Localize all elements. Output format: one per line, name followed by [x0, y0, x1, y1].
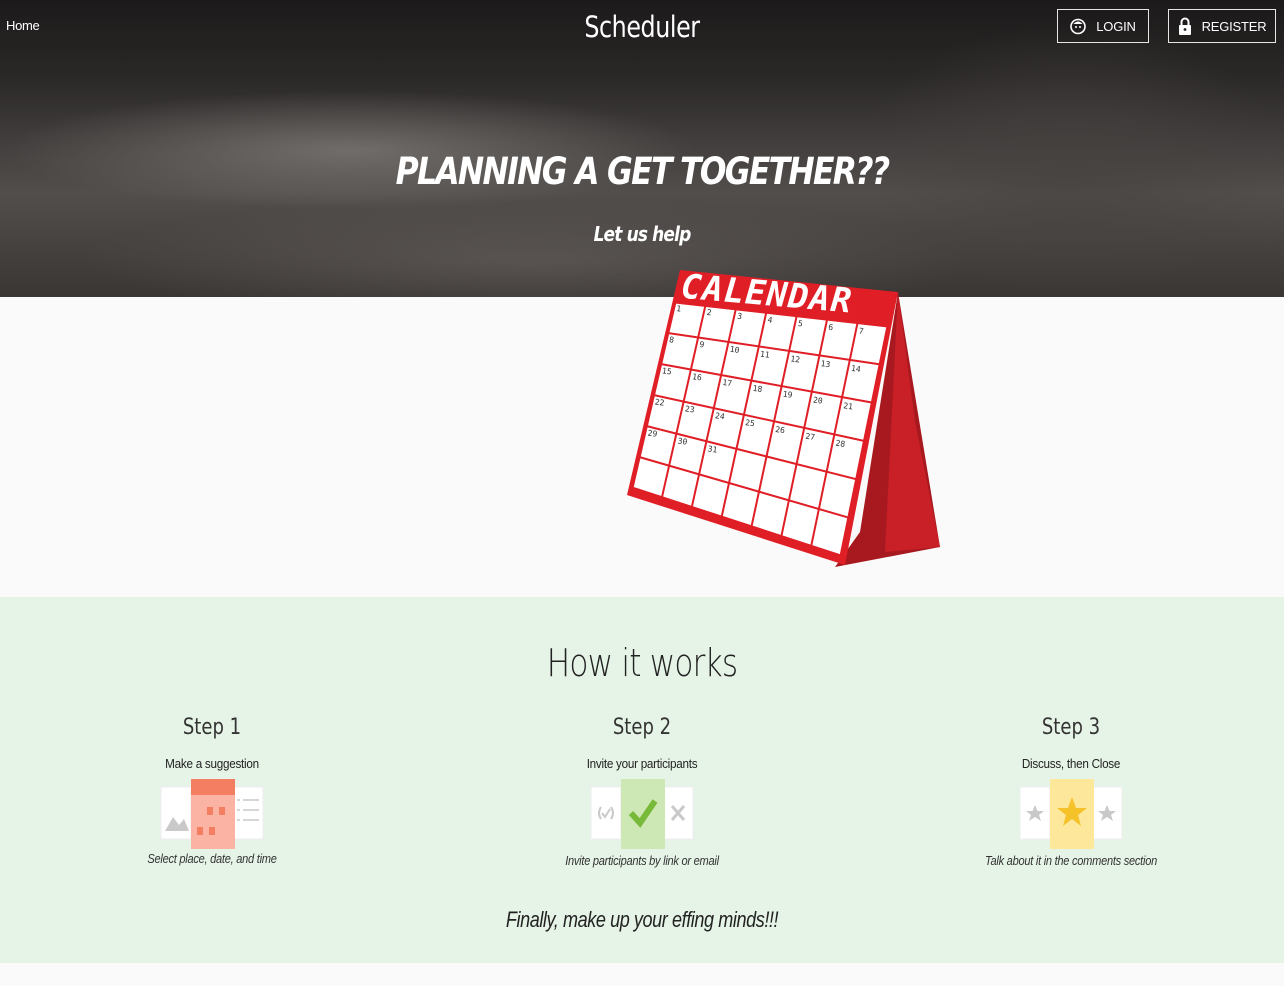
calendar-day-number: 28 [835, 439, 846, 449]
calendar-day-number: 26 [775, 425, 786, 435]
step-description: Talk about it in the comments section [985, 853, 1157, 868]
calendar-day-number: 13 [820, 359, 831, 369]
brand-title: Scheduler [584, 10, 700, 44]
calendar-day-number: 27 [805, 432, 816, 442]
schedule-icon [160, 779, 264, 849]
calendar-day-number: 25 [745, 418, 756, 428]
calendar-day-number: 12 [790, 354, 801, 364]
hero-headline: PLANNING A GET TOGETHER?? [395, 150, 891, 193]
step-subtitle: Discuss, then Close [1021, 756, 1121, 771]
step-title: Step 3 [1041, 715, 1101, 740]
calendar-day-number: 30 [677, 436, 688, 446]
invite-check-icon [590, 779, 694, 849]
calendar-day-number: 18 [752, 384, 763, 394]
step-title: Step 1 [182, 715, 242, 740]
calendar-day-number: 23 [684, 404, 695, 414]
closing-tagline: Finally, make up your effing minds!!! [505, 907, 779, 932]
login-button[interactable]: LOGIN [1057, 9, 1149, 43]
step-1: Step 1 Make a suggestion Select place, d… [52, 715, 372, 866]
calendar-day-number: 22 [654, 397, 665, 407]
login-label: LOGIN [1096, 18, 1136, 34]
step-subtitle: Invite your participants [586, 756, 698, 771]
step-description: Invite participants by link or email [565, 853, 719, 868]
calendar-day-number: 20 [812, 395, 823, 405]
how-it-works-section: How it works Step 1 Make a suggestion Se… [0, 597, 1284, 963]
star-rating-icon [1019, 779, 1123, 849]
nav-home-link[interactable]: Home [6, 18, 40, 33]
calendar-illustration: 1 2 3 4 5 6 78 9 10 11 12 13 14151617181920212223242… [627, 267, 940, 567]
calendar-day-number: 16 [692, 372, 703, 382]
calendar-day-number: 29 [647, 429, 658, 439]
section-title: How it works [546, 641, 738, 685]
calendar-day-number: 31 [707, 444, 718, 454]
calendar-day-number: 24 [714, 411, 725, 421]
step-3: Step 3 Discuss, then Close Talk about it… [911, 715, 1231, 868]
step-2: Step 2 Invite your participants Invite p… [482, 715, 802, 868]
lock-icon [1178, 17, 1191, 35]
user-icon [1070, 18, 1087, 35]
step-description: Select place, date, and time [147, 851, 277, 866]
step-title: Step 2 [612, 715, 672, 740]
calendar-day-number: 15 [661, 366, 672, 376]
calendar-day-number: 17 [722, 378, 733, 388]
calendar-day-number: 21 [843, 401, 854, 411]
step-subtitle: Make a suggestion [165, 756, 259, 771]
calendar-day-number: 11 [759, 350, 770, 360]
hero-subline: Let us help [593, 222, 692, 246]
calendar-day-number: 19 [782, 390, 793, 400]
calendar-day-number: 14 [850, 364, 861, 374]
register-label: REGISTER [1201, 18, 1267, 34]
register-button[interactable]: REGISTER [1168, 9, 1276, 43]
calendar-day-number: 10 [729, 345, 740, 355]
hero-banner: Home Scheduler LOGIN REGISTER PLANNING A… [0, 0, 1284, 297]
